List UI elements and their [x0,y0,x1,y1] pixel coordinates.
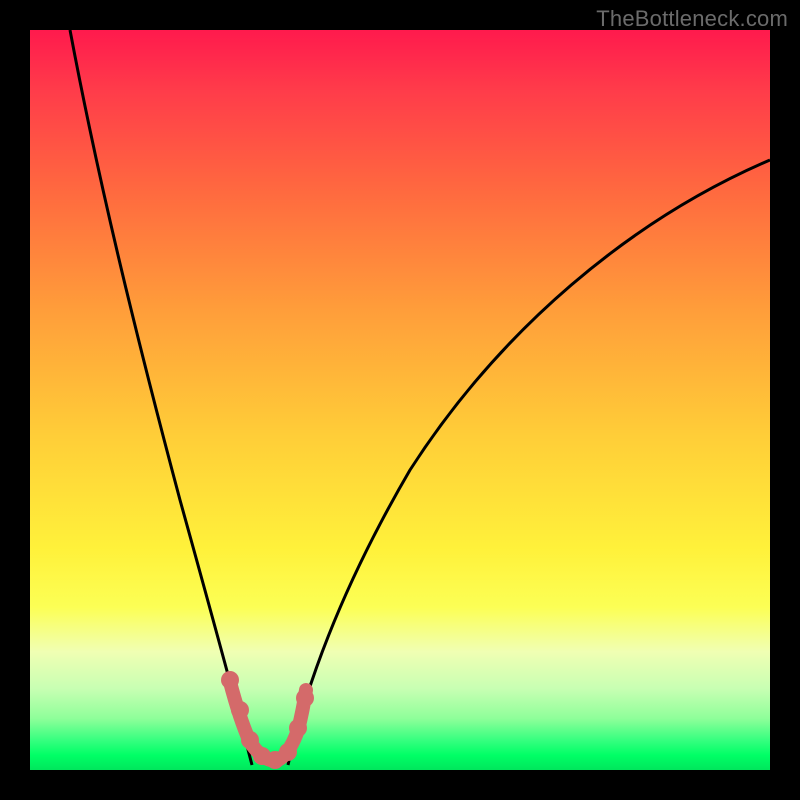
plot-area [30,30,770,770]
bottleneck-chart [30,30,770,770]
curve-right-branch [288,160,770,765]
curve-left-branch [70,30,252,765]
watermark-text: TheBottleneck.com [596,6,788,32]
